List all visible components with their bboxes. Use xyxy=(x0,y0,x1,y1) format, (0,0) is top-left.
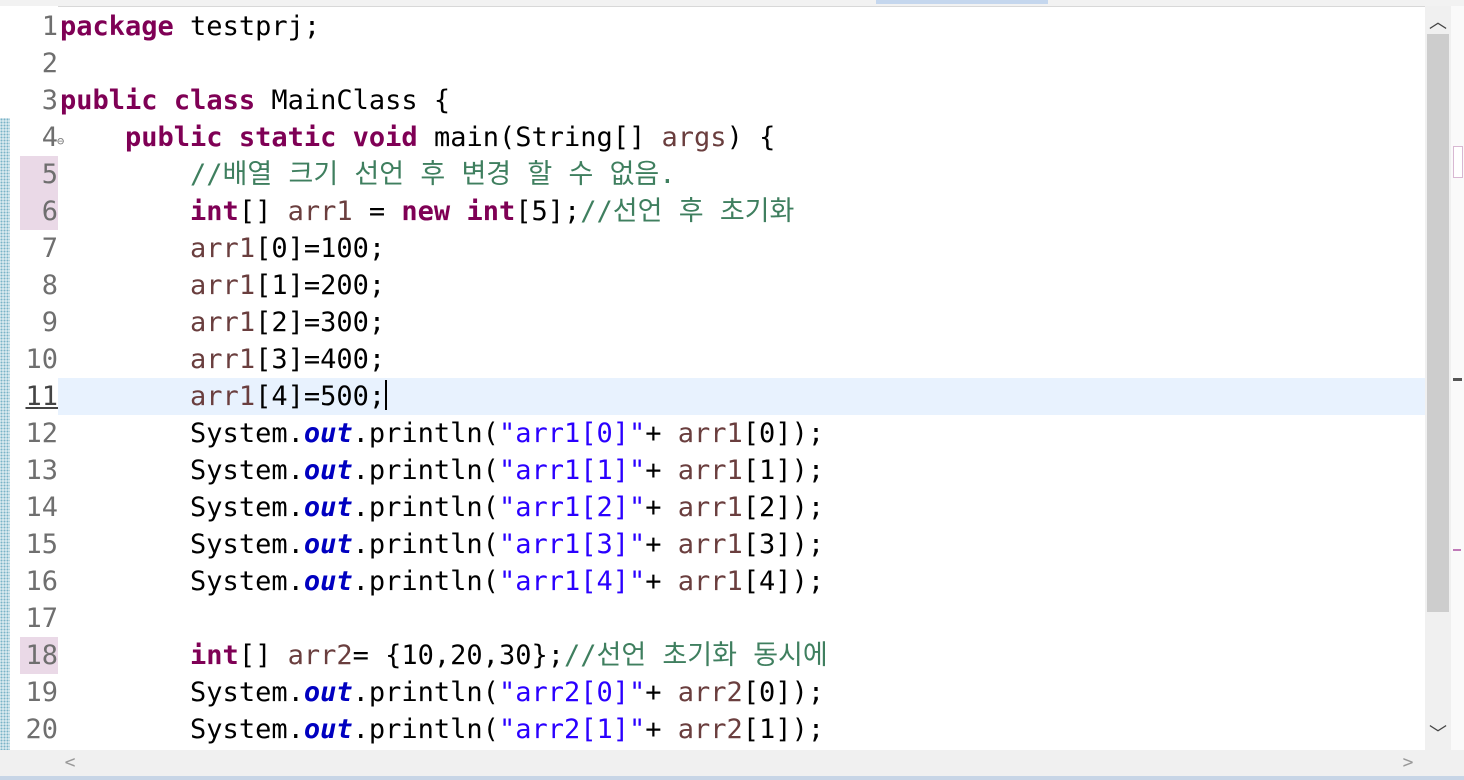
line-number: 12 xyxy=(25,418,58,449)
code-line-18: int[] arr2= {10,20,30};//선언 초기화 동시에 xyxy=(190,640,828,671)
code-line-16: System.out.println("arr1[4]"+ arr1[4]); xyxy=(190,566,825,597)
current-line-number: 11 xyxy=(25,381,58,412)
code-line-20: System.out.println("arr2[1]"+ arr2[1]); xyxy=(190,714,825,745)
code-line-15: System.out.println("arr1[3]"+ arr1[3]); xyxy=(190,529,825,560)
line-number: 13 xyxy=(25,455,58,486)
code-line-5: //배열 크기 선언 후 변경 할 수 없음. xyxy=(190,159,676,190)
line-number: 10 xyxy=(25,344,58,375)
line-number: 1 xyxy=(41,11,58,42)
scroll-up-arrow-icon[interactable]: ︿ xyxy=(1425,10,1451,36)
quick-diff-ruler xyxy=(0,6,10,750)
scrollbar-corner xyxy=(1425,750,1464,776)
code-line-11: arr1[4]=500; xyxy=(190,380,388,412)
scroll-down-arrow-icon[interactable]: ﹀ xyxy=(1425,722,1451,748)
code-line-19: System.out.println("arr2[0]"+ arr2[0]); xyxy=(190,677,825,708)
line-number: 6 xyxy=(20,193,58,230)
line-number: 8 xyxy=(41,270,58,301)
code-editor[interactable]: package testprj; public class MainClass … xyxy=(58,6,1425,750)
code-line-9: arr1[2]=300; xyxy=(190,307,386,338)
code-line-12: System.out.println("arr1[0]"+ arr1[0]); xyxy=(190,418,825,449)
line-number: 7 xyxy=(41,233,58,264)
change-marker-bar xyxy=(0,118,10,750)
active-tab-indicator[interactable] xyxy=(876,0,1048,4)
horizontal-scrollbar[interactable]: < > xyxy=(58,750,1425,776)
line-number: 5 xyxy=(20,156,58,193)
code-line-6: int[] arr1 = new int[5];//선언 후 초기화 xyxy=(190,196,795,227)
code-line-14: System.out.println("arr1[2]"+ arr1[2]); xyxy=(190,492,825,523)
scroll-left-arrow-icon[interactable]: < xyxy=(60,750,80,776)
code-line-13: System.out.println("arr1[1]"+ arr1[1]); xyxy=(190,455,825,486)
line-number: 19 xyxy=(25,677,58,708)
overview-change-marker[interactable] xyxy=(1453,146,1463,178)
editor-bottom-border xyxy=(0,776,1464,780)
line-number: 15 xyxy=(25,529,58,560)
code-line-4: public static void main(String[] args) { xyxy=(125,122,776,153)
text-caret xyxy=(385,380,388,410)
line-number: 18 xyxy=(20,637,58,674)
line-number: 2 xyxy=(41,48,58,79)
line-number: 4 xyxy=(41,122,58,153)
line-number: 17 xyxy=(25,603,58,634)
line-number: 3 xyxy=(41,85,58,116)
code-line-1: package testprj; xyxy=(60,11,321,42)
overview-occurrence-marker[interactable] xyxy=(1453,549,1461,551)
overview-current-line-marker[interactable] xyxy=(1453,378,1462,381)
code-line-3: public class MainClass { xyxy=(60,85,451,116)
vertical-scrollbar[interactable]: ︿ ﹀ xyxy=(1425,6,1464,750)
line-number: 14 xyxy=(25,492,58,523)
scroll-right-arrow-icon[interactable]: > xyxy=(1398,750,1418,776)
horizontal-scrollbar-gutter xyxy=(0,750,58,776)
code-line-10: arr1[3]=400; xyxy=(190,344,386,375)
vertical-scroll-thumb[interactable] xyxy=(1427,34,1449,612)
code-line-8: arr1[1]=200; xyxy=(190,270,386,301)
line-number: 16 xyxy=(25,566,58,597)
overview-ruler[interactable] xyxy=(1451,6,1464,750)
line-number: 9 xyxy=(41,307,58,338)
code-line-7: arr1[0]=100; xyxy=(190,233,386,264)
line-number: 20 xyxy=(25,714,58,745)
line-number-gutter: 1 2 3 4 5 6 7 8 9 10 11 12 13 14 15 16 1… xyxy=(10,6,64,750)
